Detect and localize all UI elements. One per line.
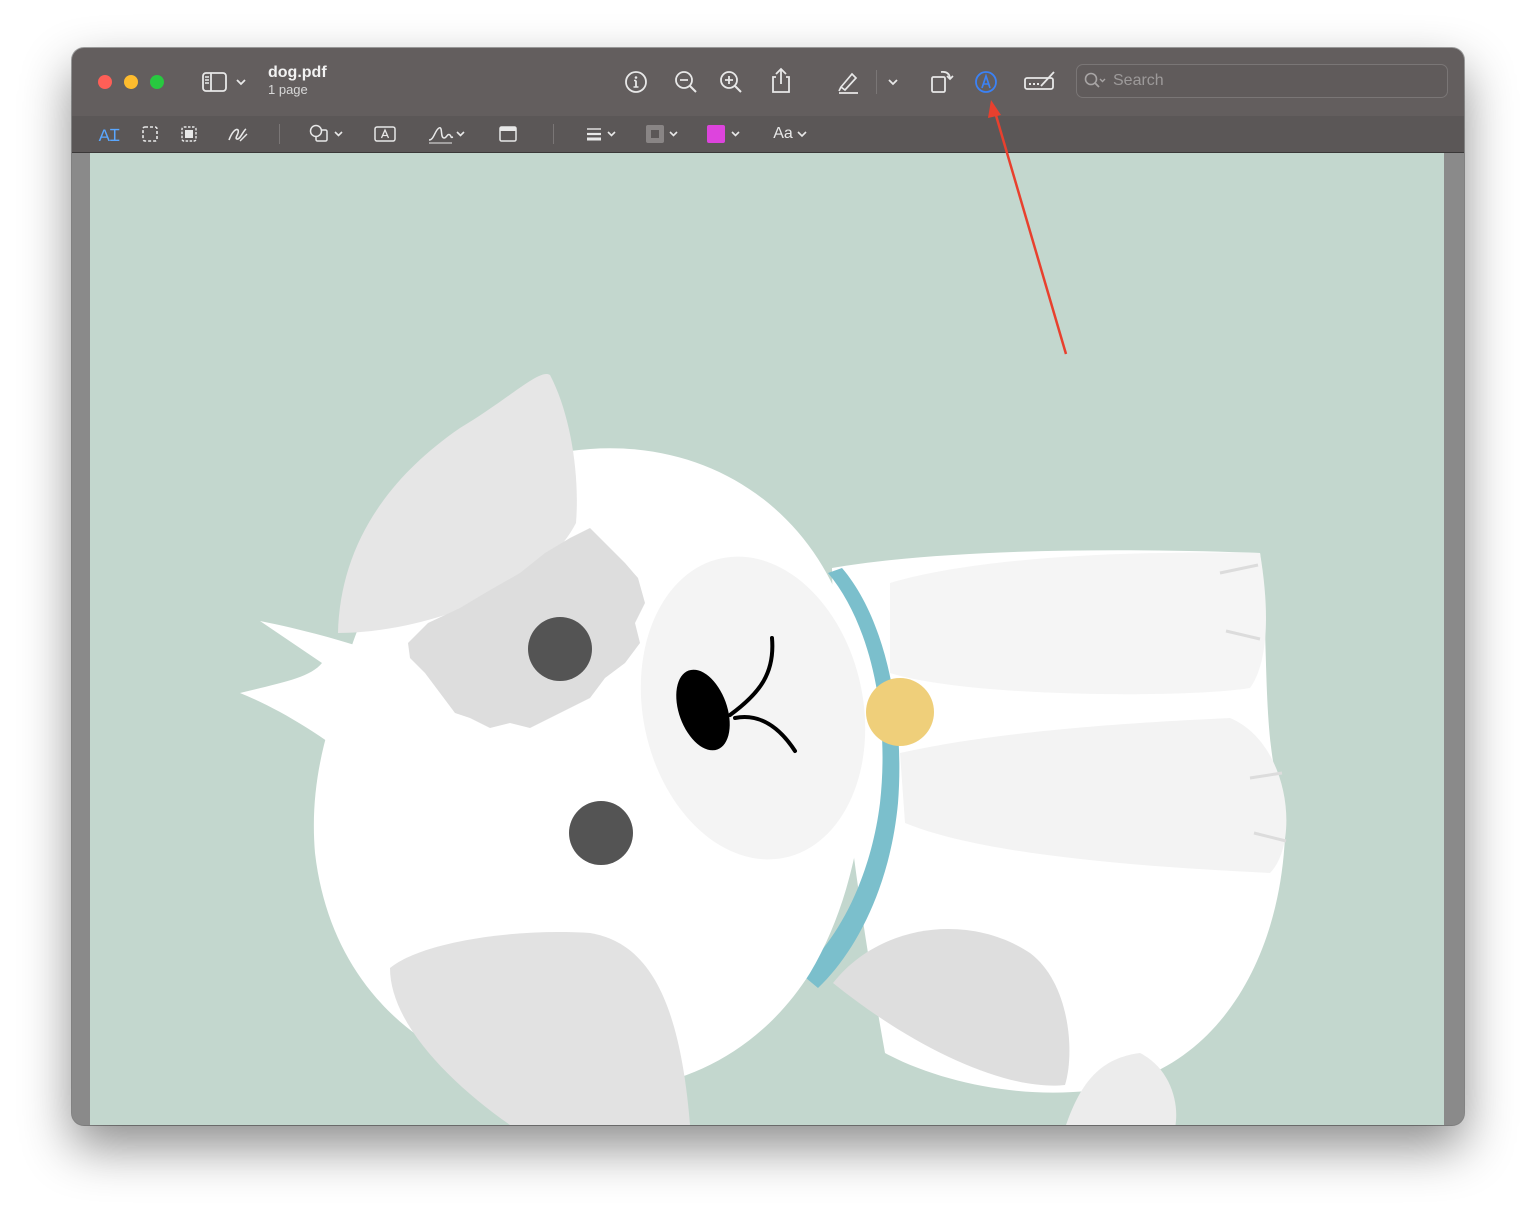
document-view[interactable] <box>72 153 1464 1125</box>
info-icon <box>625 71 647 93</box>
minimize-button[interactable] <box>124 75 138 89</box>
toolbar-divider <box>553 124 554 144</box>
sidebar-toggle-button[interactable] <box>200 68 252 96</box>
rotate-button[interactable] <box>927 66 955 96</box>
rect-selection-button[interactable] <box>138 122 162 146</box>
shapes-button[interactable] <box>308 122 348 146</box>
highlight-options-button[interactable] <box>884 72 902 92</box>
smart-lasso-icon <box>181 126 197 142</box>
shapes-icon <box>309 124 343 142</box>
note-button[interactable] <box>496 122 520 146</box>
rect-selection-icon <box>142 126 158 142</box>
fill-color-button[interactable] <box>705 122 745 146</box>
fullscreen-button[interactable] <box>150 75 164 89</box>
document-title: dog.pdf 1 page <box>268 64 327 98</box>
signature-icon <box>428 127 465 144</box>
toolbar-divider <box>279 124 280 144</box>
text-style-button[interactable]: Aa <box>771 122 811 146</box>
share-icon <box>772 67 790 93</box>
title-bar: dog.pdf 1 page <box>72 48 1464 116</box>
zoom-in-button[interactable] <box>717 68 745 96</box>
search-input[interactable] <box>1111 71 1415 91</box>
document-name: dog.pdf <box>268 64 327 81</box>
sketch-button[interactable] <box>225 122 251 146</box>
form-fill-icon <box>1024 71 1055 90</box>
border-color-icon <box>646 125 678 143</box>
markup-button[interactable] <box>972 68 1000 96</box>
share-button[interactable] <box>767 66 795 96</box>
toolbar-divider <box>876 70 877 94</box>
smart-lasso-button[interactable] <box>177 122 201 146</box>
highlight-button[interactable] <box>834 68 862 96</box>
zoom-in-icon <box>720 71 742 93</box>
sketch-icon <box>228 128 248 142</box>
textbox-button[interactable] <box>372 122 398 146</box>
text-style-icon: Aa <box>773 125 793 142</box>
page-count: 1 page <box>268 82 308 97</box>
border-color-button[interactable] <box>644 122 684 146</box>
line-style-button[interactable] <box>584 122 622 146</box>
rotate-icon <box>931 71 954 93</box>
text-selection-button[interactable]: AꞮ <box>96 121 122 147</box>
chevron-down-icon <box>888 79 898 86</box>
line-style-icon <box>587 128 616 141</box>
sidebar-icon <box>202 72 246 92</box>
form-fill-button[interactable] <box>1022 68 1058 96</box>
highlight-icon <box>838 72 858 94</box>
info-button[interactable] <box>622 68 650 96</box>
text-selection-icon: AꞮ <box>98 125 120 145</box>
preview-window: dog.pdf 1 page Search AꞮ Aa <box>72 48 1464 1125</box>
zoom-out-button[interactable] <box>672 68 700 96</box>
fill-color-icon <box>707 125 740 143</box>
zoom-out-icon <box>675 71 697 93</box>
chevron-down-icon <box>797 131 807 138</box>
pdf-page <box>90 153 1444 1125</box>
textbox-icon <box>374 126 396 142</box>
note-icon <box>499 126 517 142</box>
signature-button[interactable] <box>426 122 468 146</box>
search-field[interactable] <box>1076 64 1448 98</box>
markup-toolbar: AꞮ Aa <box>72 116 1464 153</box>
search-icon <box>1083 71 1107 91</box>
markup-icon <box>975 71 997 93</box>
close-button[interactable] <box>98 75 112 89</box>
